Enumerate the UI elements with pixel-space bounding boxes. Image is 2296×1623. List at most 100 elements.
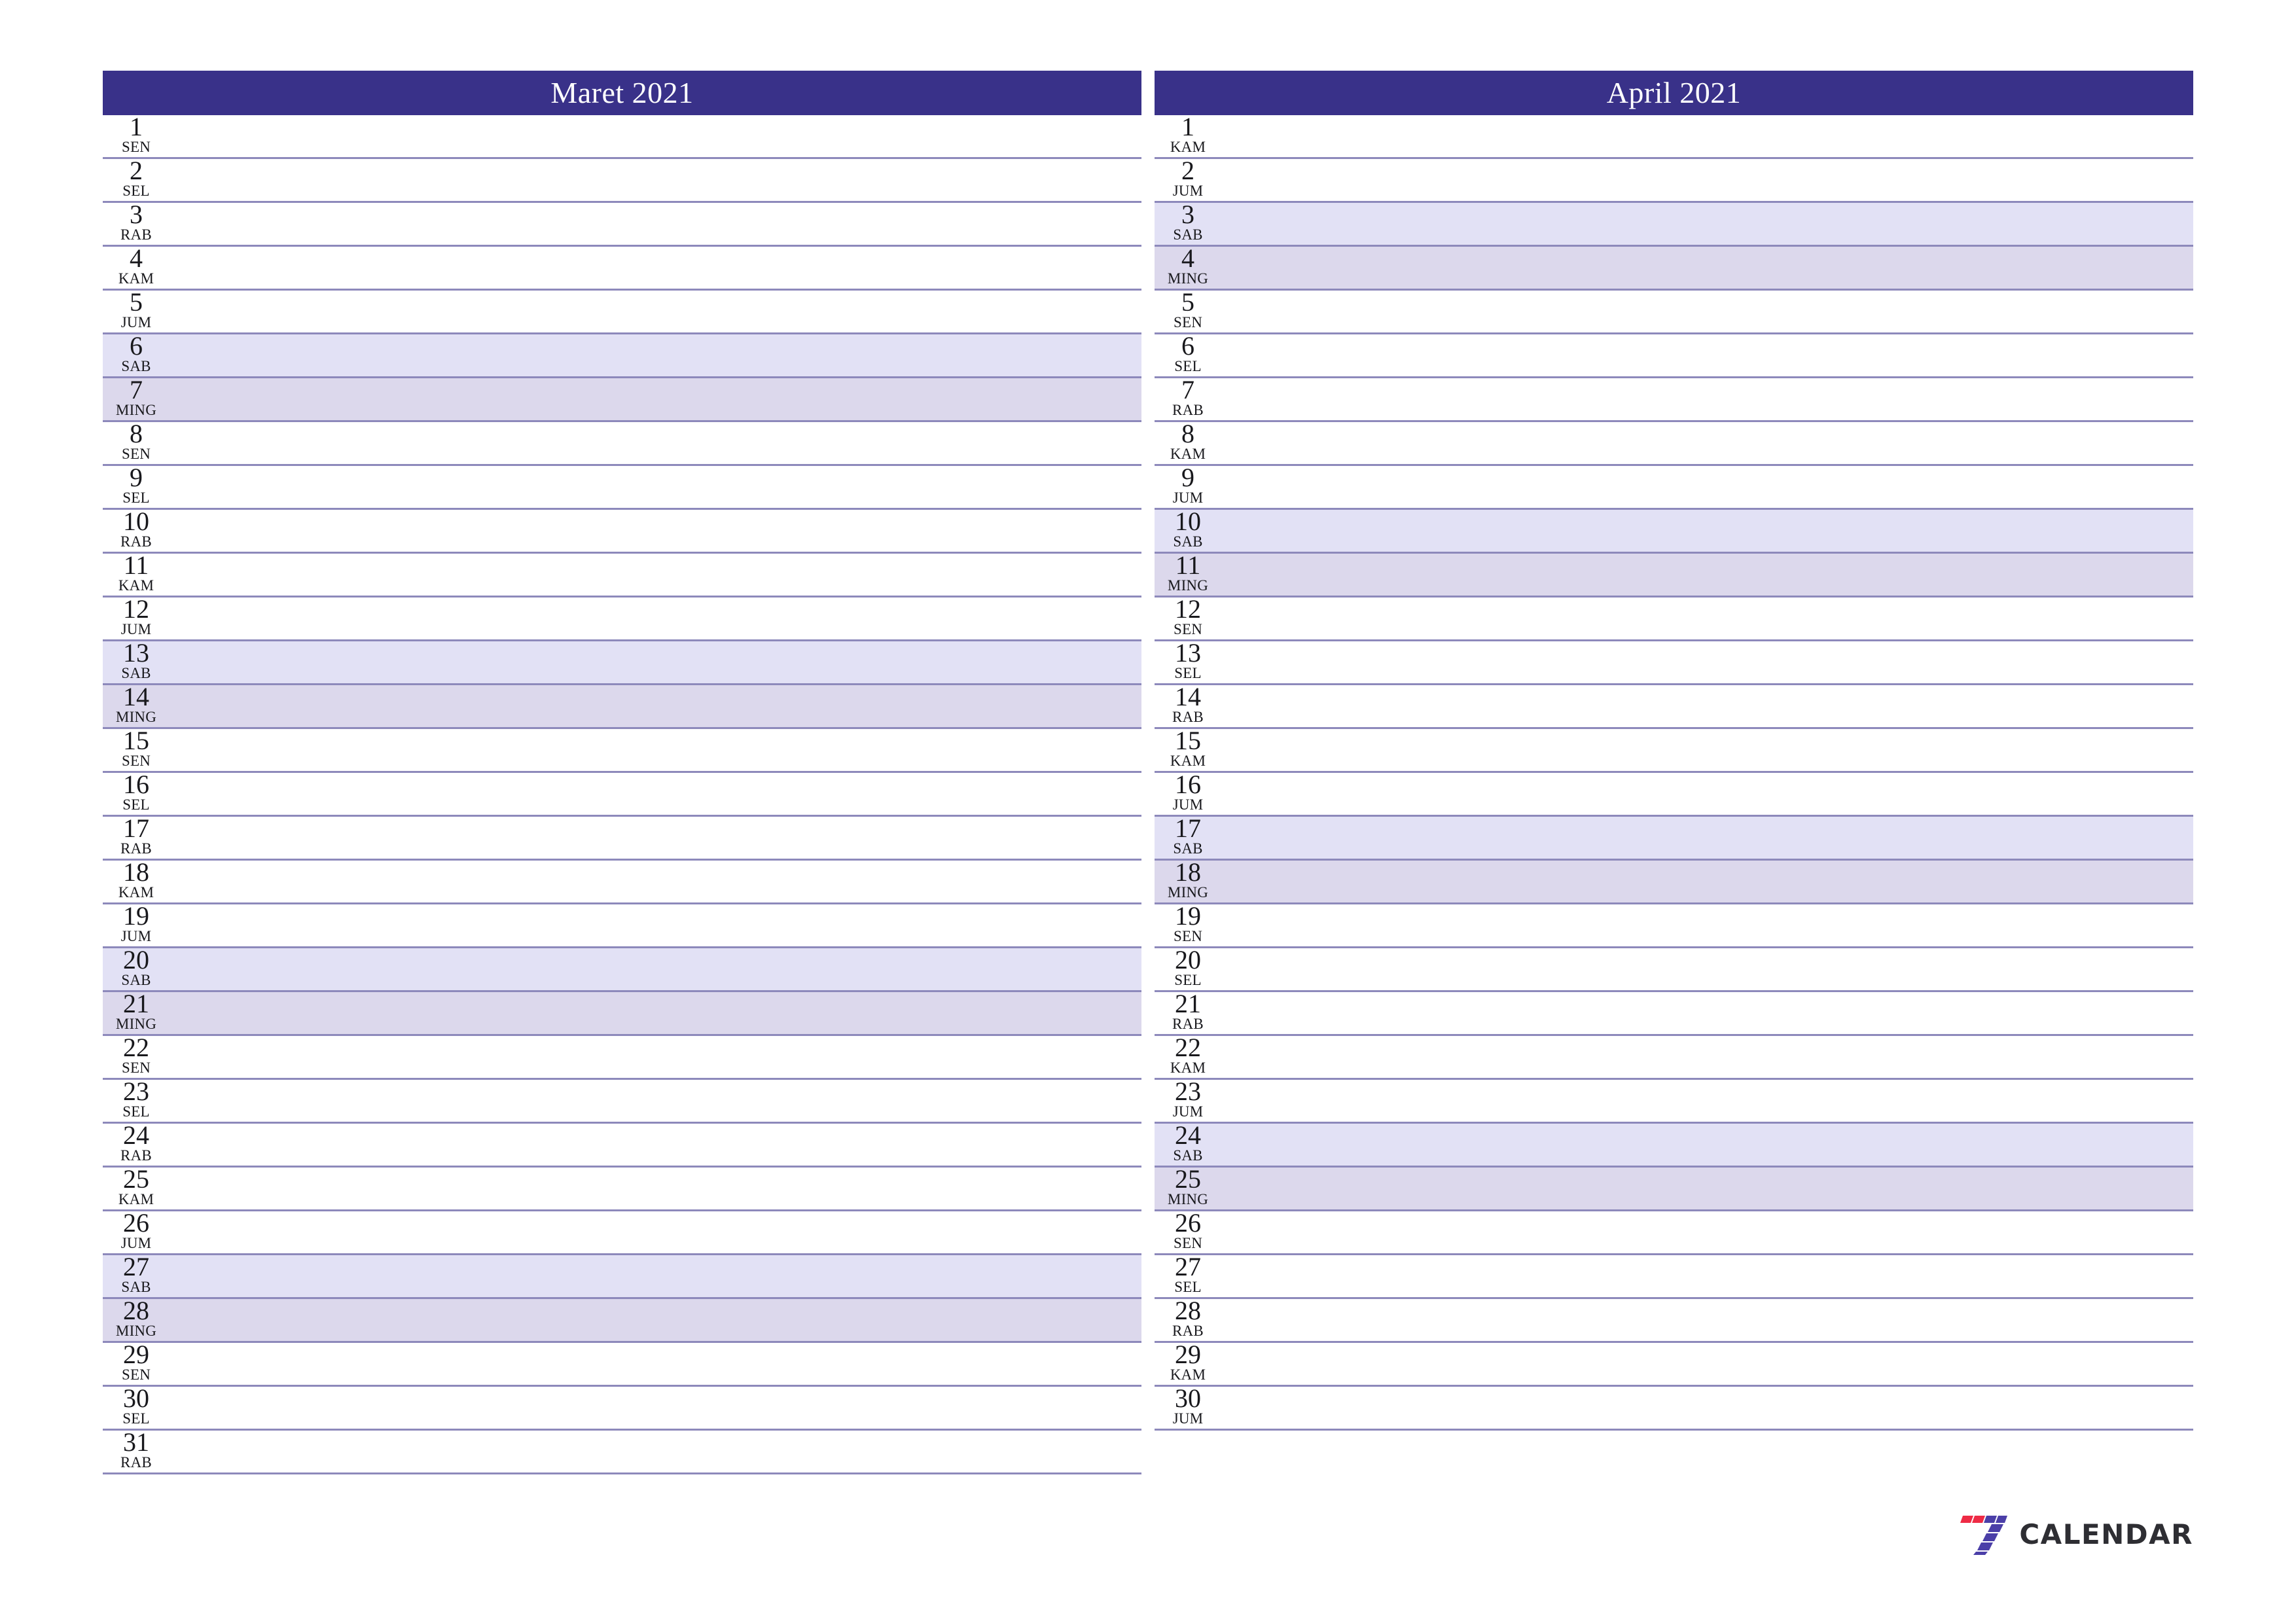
day-row[interactable]: 18 MING: [1155, 861, 2193, 904]
day-weekday-abbr: SEL: [122, 1410, 150, 1427]
day-number: 20: [123, 948, 149, 974]
day-number: 27: [1175, 1255, 1201, 1281]
day-row[interactable]: 30 JUM: [1155, 1387, 2193, 1431]
day-row[interactable]: 12 JUM: [103, 597, 1141, 641]
day-row[interactable]: 15 SEN: [103, 729, 1141, 773]
day-weekday-abbr: SEN: [121, 753, 151, 769]
day-row[interactable]: 20 SEL: [1155, 948, 2193, 992]
day-row[interactable]: 25 MING: [1155, 1168, 2193, 1211]
day-weekday-abbr: SEN: [1173, 1235, 1203, 1251]
day-number: 7: [1181, 378, 1194, 404]
day-row[interactable]: 21 RAB: [1155, 992, 2193, 1036]
day-number: 1: [130, 115, 143, 141]
day-number: 10: [123, 510, 149, 536]
day-row[interactable]: 29 KAM: [1155, 1343, 2193, 1387]
day-row[interactable]: 21 MING: [103, 992, 1141, 1036]
day-row[interactable]: 13 SAB: [103, 641, 1141, 685]
day-row[interactable]: 19 JUM: [103, 904, 1141, 948]
day-number: 13: [1175, 641, 1201, 668]
day-number: 25: [123, 1168, 149, 1194]
day-number: 13: [123, 641, 149, 668]
day-number: 4: [1181, 247, 1194, 273]
day-row[interactable]: 15 KAM: [1155, 729, 2193, 773]
day-row[interactable]: 30 SEL: [103, 1387, 1141, 1431]
day-number: 5: [1181, 291, 1194, 317]
day-number: 6: [130, 334, 143, 361]
day-row[interactable]: 26 JUM: [103, 1211, 1141, 1255]
day-weekday-abbr: KAM: [1170, 446, 1206, 462]
day-row[interactable]: 12 SEN: [1155, 597, 2193, 641]
day-row[interactable]: 8 SEN: [103, 422, 1141, 466]
day-row[interactable]: 27 SAB: [103, 1255, 1141, 1299]
day-row[interactable]: 4 MING: [1155, 247, 2193, 291]
day-number: 21: [1175, 992, 1201, 1018]
day-row[interactable]: 14 RAB: [1155, 685, 2193, 729]
day-row[interactable]: 25 KAM: [103, 1168, 1141, 1211]
day-number: 22: [1175, 1036, 1201, 1062]
day-row[interactable]: 3 SAB: [1155, 203, 2193, 247]
day-row[interactable]: 18 KAM: [103, 861, 1141, 904]
day-weekday-abbr: SAB: [1173, 226, 1203, 243]
day-row[interactable]: 2 JUM: [1155, 159, 2193, 203]
day-row[interactable]: 16 JUM: [1155, 773, 2193, 817]
day-row[interactable]: 24 RAB: [103, 1124, 1141, 1168]
day-row[interactable]: 23 JUM: [1155, 1080, 2193, 1124]
day-row[interactable]: 9 JUM: [1155, 466, 2193, 510]
month-column-right: April 2021 1 KAM 2 JUM 3 SAB 4 MING 5 SEN 6 SEL 7 RAB…: [1155, 71, 2193, 1431]
day-weekday-abbr: SAB: [121, 665, 151, 681]
day-weekday-abbr: JUM: [1172, 1103, 1204, 1120]
day-row[interactable]: 3 RAB: [103, 203, 1141, 247]
day-row[interactable]: 4 KAM: [103, 247, 1141, 291]
day-number: 15: [123, 729, 149, 755]
day-row[interactable]: 10 RAB: [103, 510, 1141, 554]
day-row[interactable]: 7 RAB: [1155, 378, 2193, 422]
day-row[interactable]: 17 RAB: [103, 817, 1141, 861]
brand-logo[interactable]: CALENDAR: [1960, 1514, 2193, 1555]
day-row[interactable]: 11 KAM: [103, 554, 1141, 597]
day-row[interactable]: 5 SEN: [1155, 291, 2193, 334]
day-row[interactable]: 1 SEN: [103, 115, 1141, 159]
day-row[interactable]: 10 SAB: [1155, 510, 2193, 554]
day-number: 17: [1175, 817, 1201, 843]
day-row[interactable]: 22 SEN: [103, 1036, 1141, 1080]
day-row[interactable]: 29 SEN: [103, 1343, 1141, 1387]
day-number: 24: [123, 1124, 149, 1150]
day-weekday-abbr: SAB: [1173, 1147, 1203, 1164]
seven-logo-icon: [1960, 1514, 2009, 1555]
day-row[interactable]: 6 SAB: [103, 334, 1141, 378]
day-weekday-abbr: SEL: [1174, 665, 1202, 681]
day-row[interactable]: 2 SEL: [103, 159, 1141, 203]
day-weekday-abbr: MING: [115, 709, 157, 725]
day-row[interactable]: 24 SAB: [1155, 1124, 2193, 1168]
day-row[interactable]: 20 SAB: [103, 948, 1141, 992]
day-row[interactable]: 13 SEL: [1155, 641, 2193, 685]
day-weekday-abbr: SAB: [121, 358, 151, 374]
month-title-right: April 2021: [1155, 71, 2193, 115]
day-row[interactable]: 14 MING: [103, 685, 1141, 729]
day-row[interactable]: 6 SEL: [1155, 334, 2193, 378]
day-row[interactable]: 19 SEN: [1155, 904, 2193, 948]
day-number: 29: [123, 1343, 149, 1369]
day-number: 8: [1181, 422, 1194, 448]
day-row[interactable]: 1 KAM: [1155, 115, 2193, 159]
day-row[interactable]: 23 SEL: [103, 1080, 1141, 1124]
day-row[interactable]: 8 KAM: [1155, 422, 2193, 466]
day-row[interactable]: 7 MING: [103, 378, 1141, 422]
day-row[interactable]: 27 SEL: [1155, 1255, 2193, 1299]
day-row[interactable]: 16 SEL: [103, 773, 1141, 817]
day-row[interactable]: 28 RAB: [1155, 1299, 2193, 1343]
day-row[interactable]: 17 SAB: [1155, 817, 2193, 861]
day-weekday-abbr: SEN: [121, 139, 151, 155]
day-row[interactable]: 11 MING: [1155, 554, 2193, 597]
day-row[interactable]: 5 JUM: [103, 291, 1141, 334]
planner-page: Maret 2021 1 SEN 2 SEL 3 RAB 4 KAM 5 JUM 6 SAB 7 MING…: [0, 0, 2296, 1623]
day-row[interactable]: 31 RAB: [103, 1431, 1141, 1474]
day-row[interactable]: 26 SEN: [1155, 1211, 2193, 1255]
day-row[interactable]: 9 SEL: [103, 466, 1141, 510]
day-list-right: 1 KAM 2 JUM 3 SAB 4 MING 5 SEN 6 SEL 7 RAB 8 KAM 9 JUM 10 S…: [1155, 115, 2193, 1431]
day-weekday-abbr: SEN: [1173, 314, 1203, 330]
day-number: 3: [130, 203, 143, 229]
day-row[interactable]: 28 MING: [103, 1299, 1141, 1343]
day-weekday-abbr: SEL: [1174, 1279, 1202, 1295]
day-row[interactable]: 22 KAM: [1155, 1036, 2193, 1080]
